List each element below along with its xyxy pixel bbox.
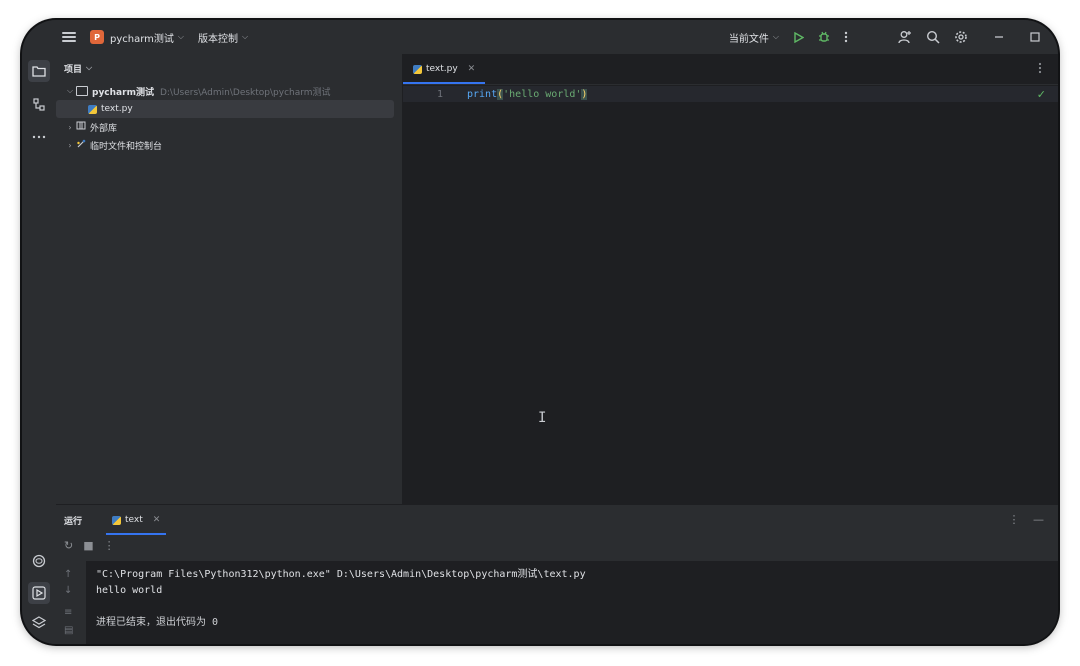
scroll-up-icon[interactable]: ↑ <box>64 569 72 580</box>
collapse-arrow-icon[interactable]: › <box>64 141 76 150</box>
project-panel: 项目 ⌵ ⌵ pycharm测试 D:\Users\Admin\Desktop\… <box>56 54 403 504</box>
scratches-icon <box>76 139 86 152</box>
console-line-exit: 进程已结束，退出代码为 0 <box>96 617 219 628</box>
inspection-ok-icon[interactable]: ✓ <box>1037 88 1046 101</box>
run-panel-header: 运行 text ✕ ⋮ — <box>56 505 1058 535</box>
tree-item-text-py[interactable]: text.py <box>56 100 394 118</box>
soft-wrap-icon[interactable]: ≡ <box>64 607 72 618</box>
project-tool-icon[interactable] <box>28 60 50 82</box>
editor-area[interactable]: text.py ✕ 1 print('hello world') ✓ I <box>403 54 1058 504</box>
python-file-icon <box>112 515 122 525</box>
maximize-icon[interactable] <box>1030 32 1040 42</box>
scroll-down-icon[interactable]: ↓ <box>64 585 72 596</box>
more-tools-icon[interactable] <box>28 126 50 148</box>
chevron-down-icon[interactable]: ⌵ <box>86 63 92 73</box>
project-badge: P <box>90 30 104 44</box>
chevron-down-icon: ⌵ <box>772 32 779 41</box>
console-line-output: hello world <box>96 585 163 596</box>
code-paren-close: ) <box>581 88 588 100</box>
run-panel: 运行 text ✕ ⋮ — ↻ ■ ⋮ ↑ ↓ ≡ ▤ "C:\Program … <box>56 504 1058 644</box>
tree-item-external-libraries[interactable]: › 外部库 <box>56 118 402 136</box>
main-menu-icon[interactable] <box>62 32 76 42</box>
tree-item-label: 外部库 <box>90 123 118 134</box>
chevron-down-icon[interactable]: ⌵ <box>242 32 248 42</box>
code-with-me-icon[interactable] <box>898 30 912 44</box>
debug-icon[interactable] <box>818 31 830 43</box>
more-options-icon[interactable]: ⋮ <box>1009 513 1020 526</box>
title-bar: P pycharm测试 ⌵ 版本控制 ⌵ 当前文件 ⌵ <box>22 20 1058 54</box>
tab-label: text.py <box>426 64 458 74</box>
minimize-icon[interactable] <box>994 32 1004 42</box>
more-actions-icon[interactable] <box>844 31 848 43</box>
run-tool-icon[interactable] <box>28 582 50 604</box>
expand-arrow-icon[interactable]: ⌵ <box>64 86 76 96</box>
tree-item-label: pycharm测试 <box>92 87 154 98</box>
code-function: print <box>467 88 498 100</box>
python-file-icon <box>88 104 97 114</box>
layers-icon[interactable] <box>28 612 50 634</box>
folder-icon <box>76 86 88 96</box>
code-line[interactable]: 1 print('hello world') <box>403 86 1058 102</box>
code-string: 'hello world' <box>503 88 582 100</box>
close-icon[interactable]: ✕ <box>468 64 476 74</box>
run-tab-label: text <box>125 515 143 525</box>
code-content[interactable]: print('hello world') <box>457 88 588 100</box>
stop-icon[interactable]: ■ <box>83 539 93 552</box>
run-side-toolbar: ↑ ↓ ≡ ▤ <box>56 561 86 644</box>
print-icon[interactable]: ▤ <box>64 625 73 636</box>
close-icon[interactable]: ✕ <box>153 515 161 525</box>
collapse-arrow-icon[interactable]: › <box>64 123 76 132</box>
chevron-down-icon[interactable]: ⌵ <box>178 32 184 42</box>
tree-item-scratches[interactable]: › 临时文件和控制台 <box>56 136 402 154</box>
project-panel-title: 项目 <box>64 64 83 75</box>
project-path: D:\Users\Admin\Desktop\pycharm测试 <box>159 87 331 98</box>
editor-tabs: text.py ✕ <box>403 54 1058 85</box>
tree-item-label: 临时文件和控制台 <box>90 141 163 152</box>
line-number: 1 <box>436 88 443 100</box>
python-packages-icon[interactable] <box>28 550 50 572</box>
project-name[interactable]: pycharm测试 <box>110 30 174 45</box>
run-console[interactable]: "C:\Program Files\Python312\python.exe" … <box>86 561 1058 644</box>
structure-tool-icon[interactable] <box>28 94 50 116</box>
left-tool-strip <box>22 54 57 644</box>
more-options-icon[interactable] <box>1038 62 1042 77</box>
run-icon[interactable] <box>793 31 804 43</box>
run-tab-text[interactable]: text ✕ <box>106 505 167 535</box>
rerun-icon[interactable]: ↻ <box>64 539 73 552</box>
gear-icon[interactable] <box>954 30 968 44</box>
run-config-selector[interactable]: 当前文件 ⌵ <box>729 30 779 45</box>
run-panel-options: ⋮ — <box>1009 513 1045 526</box>
tab-text-py[interactable]: text.py ✕ <box>403 54 486 84</box>
current-file-label: 当前文件 <box>728 33 769 45</box>
library-icon <box>76 121 86 133</box>
hide-panel-icon[interactable]: — <box>1033 513 1044 526</box>
search-icon[interactable] <box>926 30 940 44</box>
project-panel-header[interactable]: 项目 ⌵ <box>56 54 402 82</box>
python-file-icon <box>413 64 422 74</box>
run-panel-title: 运行 <box>64 516 83 527</box>
vcs-menu[interactable]: 版本控制 <box>198 30 238 45</box>
console-line-command: "C:\Program Files\Python312\python.exe" … <box>96 569 586 580</box>
tree-item-project-root[interactable]: ⌵ pycharm测试 D:\Users\Admin\Desktop\pycha… <box>56 82 402 100</box>
more-actions-icon[interactable]: ⋮ <box>104 539 115 552</box>
ide-window: P pycharm测试 ⌵ 版本控制 ⌵ 当前文件 ⌵ 项目 ⌵ ⌵ pycha… <box>22 20 1058 644</box>
tree-item-label: text.py <box>101 104 133 114</box>
run-toolbar: ↻ ■ ⋮ <box>56 535 1058 555</box>
text-cursor-icon: I <box>538 410 547 426</box>
